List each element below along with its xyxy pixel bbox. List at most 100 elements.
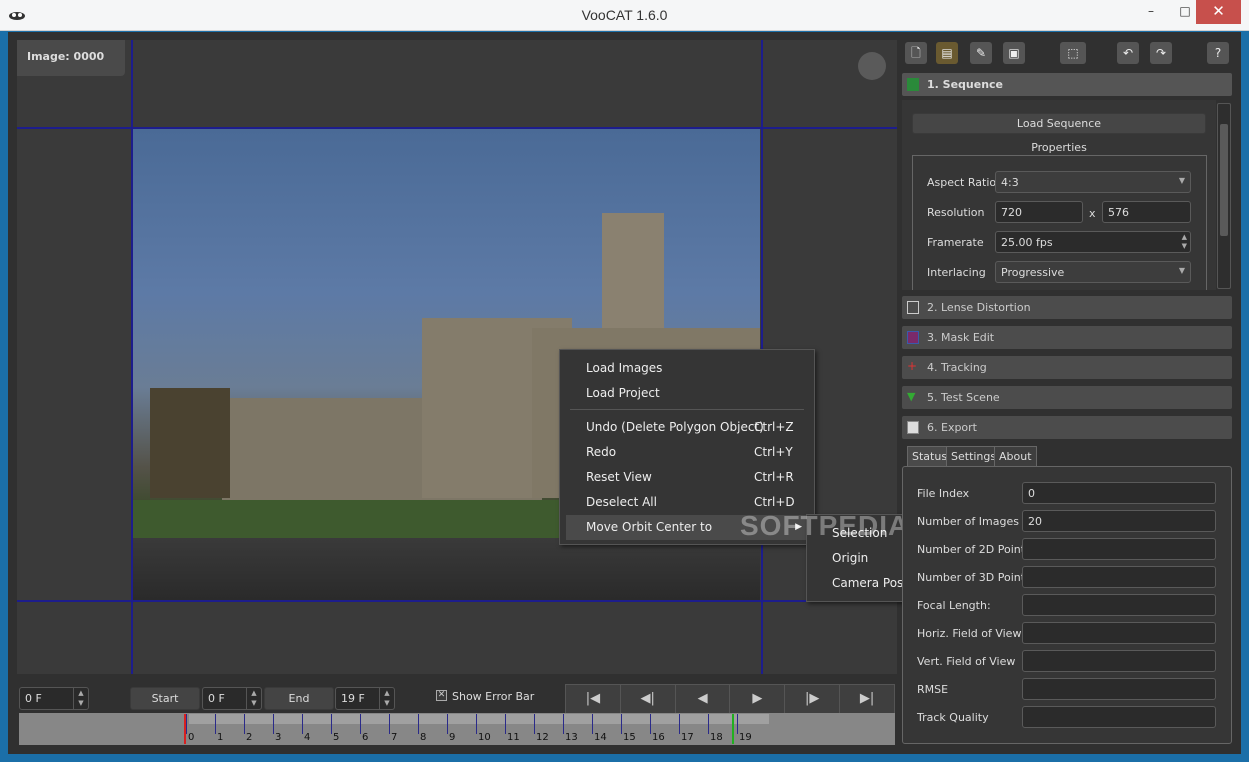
status-label-number-of-images: Number of Images bbox=[917, 515, 1019, 528]
timeline-tick-label: 8 bbox=[420, 732, 427, 743]
spin-arrows-icon[interactable]: ▲ ▼ bbox=[73, 688, 88, 709]
menu-item-load-project[interactable]: Load Project bbox=[566, 381, 808, 406]
section-tracking[interactable]: + 4. Tracking bbox=[902, 356, 1232, 379]
interlacing-select[interactable]: Progressive ▼ bbox=[995, 261, 1191, 283]
timeline-tick bbox=[592, 714, 593, 734]
resolution-height-field[interactable]: 576 bbox=[1102, 201, 1191, 223]
timeline-tick bbox=[679, 714, 680, 734]
framerate-label: Framerate bbox=[927, 236, 984, 249]
aspect-ratio-label: Aspect Ratio bbox=[927, 176, 997, 189]
timeline-tick-label: 16 bbox=[652, 732, 665, 743]
spin-arrows-icon[interactable]: ▲ ▼ bbox=[1182, 233, 1187, 251]
timeline-tick bbox=[737, 714, 738, 734]
spin-arrows-icon[interactable]: ▲ ▼ bbox=[246, 688, 261, 709]
status-label-track-quality: Track Quality bbox=[917, 711, 989, 724]
redo-icon[interactable]: ↷ bbox=[1150, 42, 1172, 64]
status-value-horiz-fov bbox=[1022, 622, 1216, 644]
status-label-2d-points: Number of 2D Points bbox=[917, 543, 1031, 556]
timeline-tick-label: 18 bbox=[710, 732, 723, 743]
minimize-button[interactable]: – bbox=[1136, 0, 1166, 24]
start-button[interactable]: Start bbox=[130, 687, 200, 710]
prev-frame-icon[interactable]: ◀ bbox=[676, 685, 731, 713]
open-folder-icon[interactable]: ▤ bbox=[936, 42, 958, 64]
film-icon bbox=[907, 78, 919, 91]
timeline-tick bbox=[476, 714, 477, 734]
new-file-icon[interactable]: 🗋 bbox=[905, 42, 927, 64]
last-frame-icon[interactable]: ▶| bbox=[840, 685, 894, 713]
show-error-bar-checkbox[interactable]: ✕ bbox=[436, 690, 447, 701]
framerate-spinbox[interactable]: 25.00 fps ▲ ▼ bbox=[995, 231, 1191, 253]
timeline-tick-label: 15 bbox=[623, 732, 636, 743]
timeline-tick bbox=[505, 714, 506, 734]
interlacing-label: Interlacing bbox=[927, 266, 986, 279]
timeline-tick-label: 2 bbox=[246, 732, 253, 743]
status-value-focal-length bbox=[1022, 594, 1216, 616]
timeline-tick-label: 5 bbox=[333, 732, 340, 743]
scrollbar-thumb[interactable] bbox=[1220, 124, 1228, 236]
guide-line-bottom bbox=[17, 600, 897, 602]
resolution-x-label: x bbox=[1089, 207, 1096, 220]
export-save-icon bbox=[907, 421, 919, 434]
end-marker[interactable] bbox=[732, 714, 734, 744]
section-sequence[interactable]: 1. Sequence bbox=[902, 73, 1232, 96]
timeline-range-strip bbox=[189, 714, 769, 724]
resolution-width-field[interactable]: 720 bbox=[995, 201, 1083, 223]
timeline-tick bbox=[708, 714, 709, 734]
tree bbox=[150, 388, 230, 498]
status-value-vert-fov bbox=[1022, 650, 1216, 672]
timeline-tick bbox=[244, 714, 245, 734]
chevron-down-icon: ▼ bbox=[1178, 266, 1185, 275]
status-label-rmse: RMSE bbox=[917, 683, 949, 696]
undo-icon[interactable]: ↶ bbox=[1117, 42, 1139, 64]
status-value-2d-points bbox=[1022, 538, 1216, 560]
save-icon[interactable]: ▣ bbox=[1003, 42, 1025, 64]
mask-icon bbox=[907, 331, 919, 344]
load-sequence-button[interactable]: Load Sequence bbox=[912, 113, 1206, 134]
select-region-icon[interactable]: ⬚ bbox=[1060, 42, 1086, 64]
current-frame-spinbox[interactable]: 0 F ▲ ▼ bbox=[19, 687, 89, 710]
timeline-tick-label: 9 bbox=[449, 732, 456, 743]
menu-item-load-images[interactable]: Load Images bbox=[566, 356, 808, 381]
timeline-tick bbox=[302, 714, 303, 734]
menu-item-reset-view[interactable]: Reset View Ctrl+R bbox=[566, 465, 808, 490]
edit-icon[interactable]: ✎ bbox=[970, 42, 992, 64]
next-key-icon[interactable]: |▶ bbox=[785, 685, 841, 713]
section-test-scene[interactable]: ▼ 5. Test Scene bbox=[902, 386, 1232, 409]
shortcut-redo: Ctrl+Y bbox=[754, 445, 793, 459]
prev-key-icon[interactable]: ◀| bbox=[621, 685, 676, 713]
chevron-down-icon: ▼ bbox=[1178, 176, 1185, 185]
help-icon[interactable]: ? bbox=[1207, 42, 1229, 64]
menu-item-redo[interactable]: Redo Ctrl+Y bbox=[566, 440, 808, 465]
timeline-tick-label: 1 bbox=[217, 732, 224, 743]
end-button[interactable]: End bbox=[264, 687, 334, 710]
timeline[interactable]: 0 1 2 3 4 5 6 7 8 9 10 11 12 13 14 15 16 17 18 19 bbox=[19, 713, 895, 745]
section-export[interactable]: 6. Export bbox=[902, 416, 1232, 439]
orbit-indicator-icon[interactable] bbox=[858, 52, 886, 80]
close-button[interactable]: ✕ bbox=[1196, 0, 1241, 24]
timeline-tick bbox=[621, 714, 622, 734]
end-frame-spinbox[interactable]: 19 F ▲ ▼ bbox=[335, 687, 395, 710]
status-label-vert-fov: Vert. Field of View bbox=[917, 655, 1016, 668]
timeline-tick bbox=[186, 714, 187, 734]
timeline-tick bbox=[273, 714, 274, 734]
start-frame-spinbox[interactable]: 0 F ▲ ▼ bbox=[202, 687, 262, 710]
tab-settings[interactable]: Settings bbox=[946, 446, 1002, 467]
lens-distortion-icon bbox=[907, 301, 919, 314]
properties-title: Properties bbox=[1031, 141, 1087, 154]
tab-about[interactable]: About bbox=[994, 446, 1037, 467]
status-value-3d-points bbox=[1022, 566, 1216, 588]
aspect-ratio-select[interactable]: 4:3 ▼ bbox=[995, 171, 1191, 193]
status-label-3d-points: Number of 3D Points bbox=[917, 571, 1031, 584]
section-mask-edit[interactable]: 3. Mask Edit bbox=[902, 326, 1232, 349]
first-frame-icon[interactable]: |◀ bbox=[566, 685, 621, 713]
timeline-tick-label: 14 bbox=[594, 732, 607, 743]
status-value-file-index: 0 bbox=[1022, 482, 1216, 504]
menu-item-undo[interactable]: Undo (Delete Polygon Object) Ctrl+Z bbox=[566, 415, 808, 440]
spin-arrows-icon[interactable]: ▲ ▼ bbox=[379, 688, 394, 709]
status-label-horiz-fov: Horiz. Field of View bbox=[917, 627, 1022, 640]
section-lense-distortion[interactable]: 2. Lense Distortion bbox=[902, 296, 1232, 319]
timeline-tick bbox=[563, 714, 564, 734]
timeline-tick bbox=[534, 714, 535, 734]
sequence-scrollbar[interactable] bbox=[1217, 103, 1231, 289]
play-icon[interactable]: ▶ bbox=[730, 685, 786, 713]
